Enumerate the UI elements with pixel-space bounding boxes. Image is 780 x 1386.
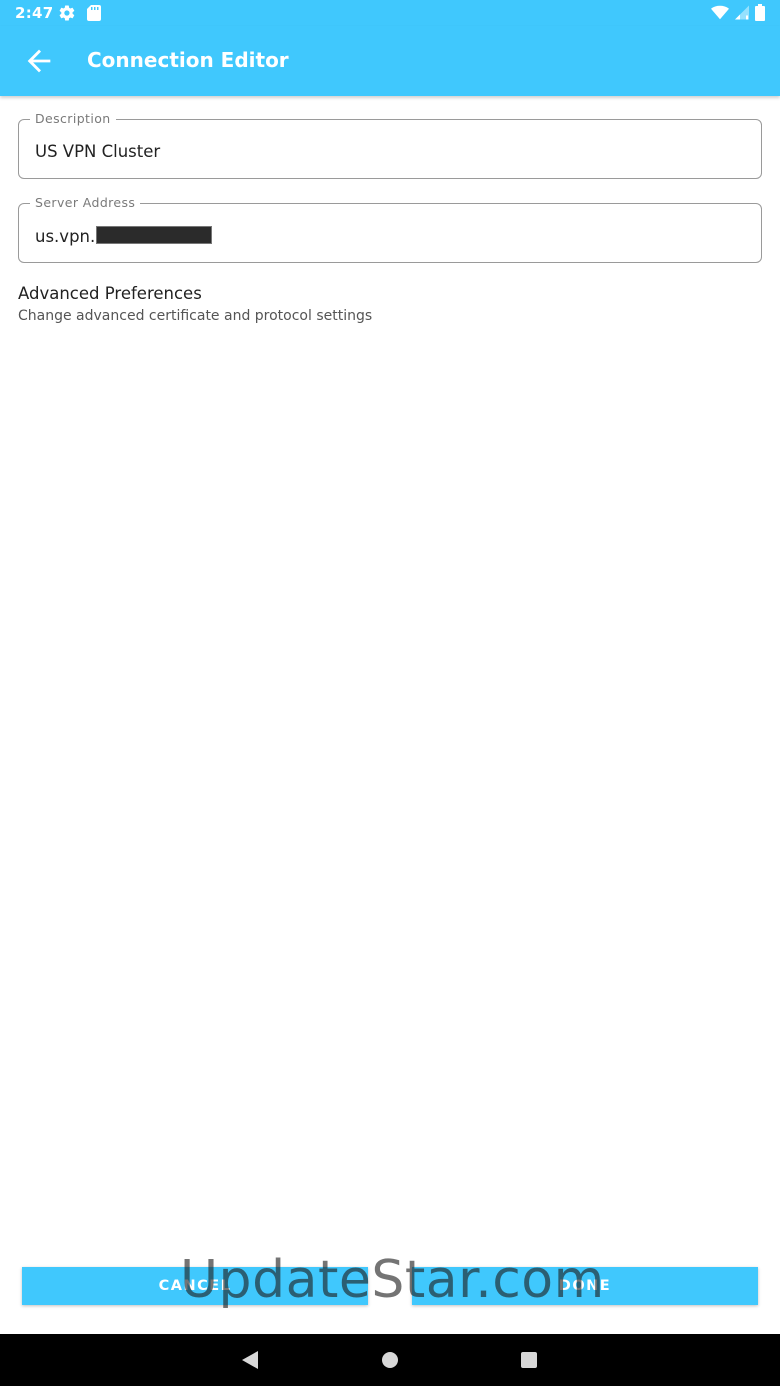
description-input[interactable] [35, 139, 745, 163]
nav-home-icon[interactable] [382, 1352, 398, 1368]
sd-card-icon [86, 4, 102, 26]
description-field[interactable]: Description [18, 111, 762, 179]
nav-back-icon[interactable] [240, 1350, 260, 1374]
cancel-button[interactable]: CANCEL [22, 1267, 368, 1305]
page-title: Connection Editor [87, 48, 289, 72]
battery-icon [755, 4, 765, 25]
cell-signal-icon [735, 5, 749, 24]
server-address-label: Server Address [30, 195, 141, 210]
settings-gear-icon [58, 4, 76, 26]
wifi-icon [711, 5, 729, 24]
server-address-field[interactable]: Server Address us.vpn. [18, 195, 762, 263]
server-address-input[interactable]: us.vpn. [35, 226, 213, 246]
description-label: Description [30, 111, 116, 126]
redacted-block [96, 226, 213, 244]
navigation-bar [0, 1334, 780, 1386]
advanced-preferences-subtitle: Change advanced certificate and protocol… [18, 308, 373, 324]
advanced-preferences-item[interactable]: Advanced Preferences Change advanced cer… [18, 284, 372, 324]
status-bar: 2:47 [0, 0, 780, 26]
advanced-preferences-title: Advanced Preferences [18, 284, 202, 303]
nav-recents-icon[interactable] [521, 1352, 537, 1368]
done-button[interactable]: DONE [412, 1267, 758, 1305]
app-bar: Connection Editor [0, 26, 780, 96]
status-time: 2:47 [15, 4, 54, 22]
arrow-back-icon [22, 49, 56, 82]
back-button[interactable] [22, 44, 56, 78]
server-address-value: us.vpn. [35, 227, 96, 246]
